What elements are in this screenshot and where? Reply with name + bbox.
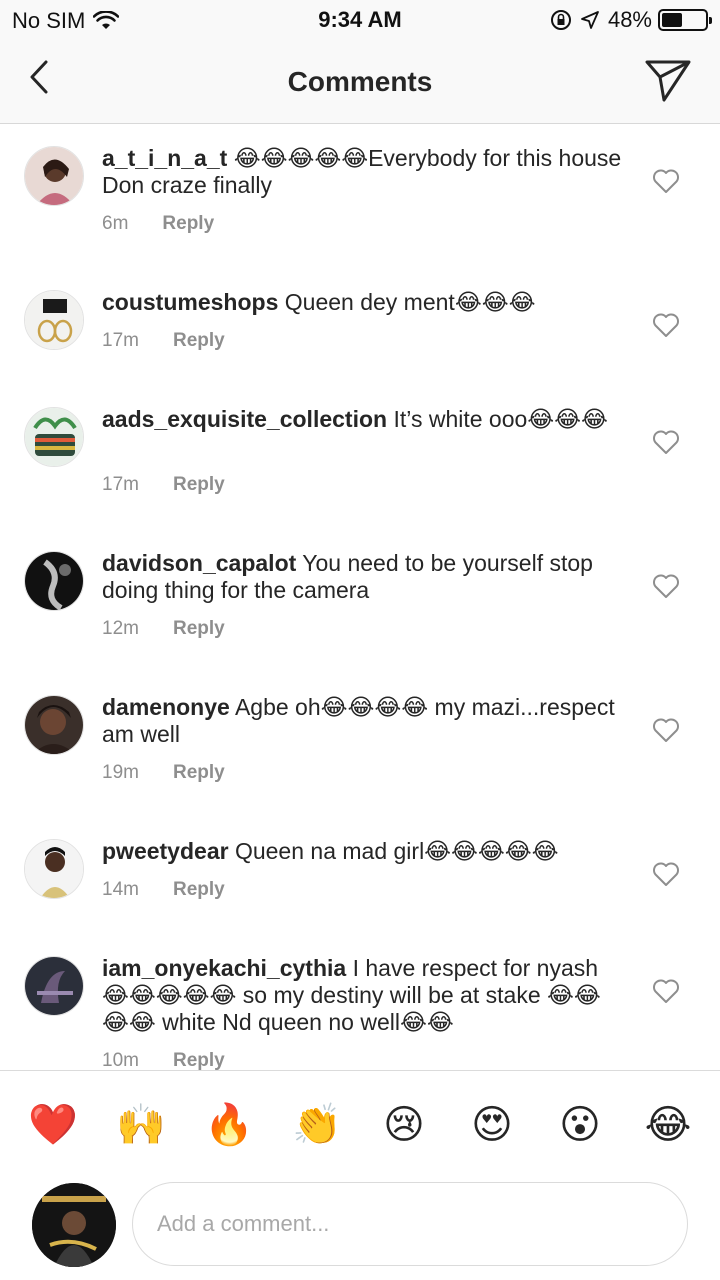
send-button[interactable]	[644, 56, 692, 104]
comment-time: 17m	[102, 474, 139, 495]
reply-button[interactable]: Reply	[173, 879, 225, 901]
comment-username[interactable]: pweetydear	[102, 838, 229, 864]
avatar[interactable]	[24, 551, 84, 611]
like-heart-icon[interactable]	[652, 717, 680, 743]
like-heart-icon[interactable]	[652, 861, 680, 887]
reaction-clap[interactable]: 👏	[292, 1101, 342, 1149]
battery-icon	[658, 9, 712, 31]
comment-meta: 17m Reply	[102, 474, 225, 496]
rotation-lock-icon	[550, 10, 571, 30]
comment-text: pweetydear Queen na mad girl😂😂😂😂😂	[102, 838, 622, 865]
comment-time: 10m	[102, 1050, 139, 1070]
like-heart-icon[interactable]	[652, 429, 680, 455]
page-title: Comments	[287, 66, 433, 97]
comment-username[interactable]: iam_onyekachi_cythia	[102, 955, 346, 981]
status-right: 48%	[550, 7, 712, 33]
avatar-image	[25, 408, 83, 466]
avatar-image	[25, 291, 83, 349]
status-bar: No SIM 9:34 AM 48%	[0, 0, 720, 40]
reaction-crying[interactable]: 😢	[380, 1101, 428, 1149]
avatar-image	[25, 957, 83, 1015]
reply-button[interactable]: Reply	[173, 474, 225, 496]
comment-username[interactable]: davidson_capalot	[102, 550, 296, 576]
comment-text: iam_onyekachi_cythia I have respect for …	[102, 955, 622, 1036]
comment-meta: 19m Reply	[102, 762, 225, 784]
comment-time: 17m	[102, 330, 139, 351]
reaction-fire[interactable]: 🔥	[204, 1101, 254, 1149]
reply-button[interactable]: Reply	[173, 762, 225, 784]
comment-message: Queen dey ment😂😂😂	[284, 289, 536, 315]
avatar[interactable]	[24, 695, 84, 755]
reaction-heart[interactable]: ❤️	[28, 1101, 78, 1149]
comment-time: 6m	[102, 213, 129, 234]
avatar-image	[25, 552, 83, 610]
comment-meta: 17m Reply	[102, 330, 225, 352]
comment-meta: 12m Reply	[102, 618, 225, 640]
reaction-laughing[interactable]: 😂	[644, 1101, 692, 1149]
comment-username[interactable]: a_t_i_n_a_t	[102, 145, 227, 171]
battery-level-fill	[662, 13, 683, 27]
battery-percent: 48%	[607, 7, 652, 32]
comments-list: a_t_i_n_a_t 😂😂😂😂😂Everybody for this hous…	[0, 125, 720, 1070]
comment-text: aads_exquisite_collection It’s white ooo…	[102, 406, 622, 433]
like-heart-icon[interactable]	[652, 312, 680, 338]
reaction-bar: ❤️ 🙌 🔥 👏 😢 😍 😮 😂	[0, 1070, 720, 1178]
comment-time: 12m	[102, 618, 139, 639]
user-avatar[interactable]	[32, 1183, 116, 1267]
reply-button[interactable]: Reply	[162, 213, 214, 235]
avatar[interactable]	[24, 146, 84, 206]
avatar-image	[25, 147, 83, 205]
like-heart-icon[interactable]	[652, 168, 680, 194]
avatar-image	[25, 696, 83, 754]
avatar-image	[25, 840, 83, 898]
comment-message: Queen na mad girl😂😂😂😂😂	[234, 838, 559, 864]
comment-input[interactable]	[132, 1182, 688, 1266]
avatar[interactable]	[24, 290, 84, 350]
reply-button[interactable]: Reply	[173, 330, 225, 352]
comment-time: 14m	[102, 879, 139, 900]
comment-meta: 6m Reply	[102, 213, 214, 235]
comment-time: 19m	[102, 762, 139, 783]
location-arrow-icon	[581, 11, 599, 29]
comment-meta: 10m Reply	[102, 1050, 225, 1070]
avatar[interactable]	[24, 956, 84, 1016]
comment-username[interactable]: damenonye	[102, 694, 230, 720]
comment-text: a_t_i_n_a_t 😂😂😂😂😂Everybody for this hous…	[102, 145, 622, 199]
comment-username[interactable]: aads_exquisite_collection	[102, 406, 387, 432]
like-heart-icon[interactable]	[652, 978, 680, 1004]
header: Comments	[0, 40, 720, 124]
comment-composer	[0, 1178, 720, 1280]
comment-text: damenonye Agbe oh😂😂😂😂 my mazi...respect …	[102, 694, 622, 748]
comment-text: coustumeshops Queen dey ment😂😂😂	[102, 289, 622, 316]
comment-text: davidson_capalot You need to be yourself…	[102, 550, 622, 604]
reaction-raised-hands[interactable]: 🙌	[116, 1101, 166, 1149]
reply-button[interactable]: Reply	[173, 618, 225, 640]
reply-button[interactable]: Reply	[173, 1050, 225, 1070]
reaction-surprised[interactable]: 😮	[556, 1101, 604, 1149]
reaction-heart-eyes[interactable]: 😍	[468, 1101, 516, 1149]
like-heart-icon[interactable]	[652, 573, 680, 599]
comment-message: It’s white ooo😂😂😂	[393, 406, 608, 432]
avatar[interactable]	[24, 839, 84, 899]
user-avatar-image	[32, 1183, 116, 1267]
comment-username[interactable]: coustumeshops	[102, 289, 278, 315]
avatar[interactable]	[24, 407, 84, 467]
comment-meta: 14m Reply	[102, 879, 225, 901]
